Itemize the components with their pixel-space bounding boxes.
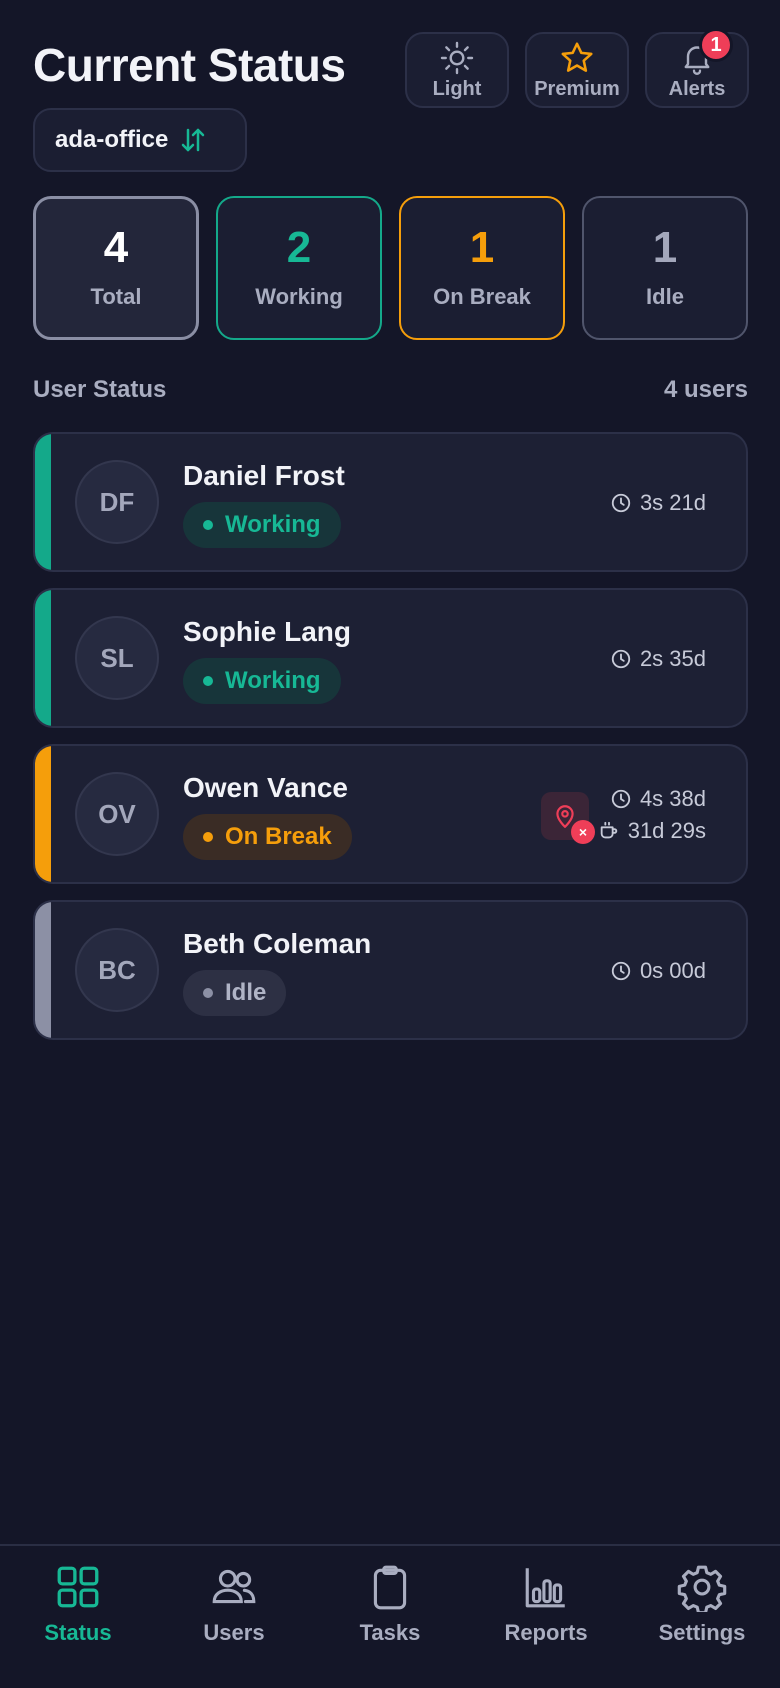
stat-on-break-card[interactable]: 1 On Break xyxy=(399,196,565,340)
user-count: 4 users xyxy=(663,376,748,403)
alerts-count-badge: 1 xyxy=(699,28,733,62)
stat-working-value: 2 xyxy=(286,223,312,272)
work-time: 0s 00d xyxy=(610,958,706,984)
work-time-value: 4s 38d xyxy=(639,786,706,811)
status-badge: Working xyxy=(183,658,341,704)
gear-icon xyxy=(677,1565,727,1612)
premium-button[interactable]: Premium xyxy=(525,32,629,108)
light-mode-button[interactable]: Light xyxy=(405,32,509,108)
nav-reports-label: Reports xyxy=(504,1620,588,1645)
nav-status[interactable]: Status xyxy=(0,1562,156,1672)
grid-icon xyxy=(57,1566,99,1608)
bar-chart-icon xyxy=(525,1568,565,1608)
stat-total-card[interactable]: 4 Total xyxy=(33,196,199,340)
status-label: On Break xyxy=(225,823,332,850)
status-dot xyxy=(203,832,213,842)
nav-users[interactable]: Users xyxy=(156,1562,312,1672)
status-stripe xyxy=(35,434,51,570)
status-badge: Working xyxy=(183,502,341,548)
status-label: Working xyxy=(225,511,321,538)
user-card-beth-coleman[interactable]: BC Beth Coleman Idle 0s 00d xyxy=(33,900,748,1040)
section-title: User Status xyxy=(33,376,167,403)
status-screen: Current Status Light Premium Alerts 1 ad… xyxy=(0,0,780,1688)
nav-settings[interactable]: Settings xyxy=(624,1562,780,1672)
status-label: Working xyxy=(225,667,321,694)
status-dot xyxy=(203,676,213,686)
users-icon xyxy=(212,1569,256,1604)
work-time-value: 3s 21d xyxy=(639,490,706,515)
star-icon xyxy=(561,41,593,72)
coffee-cup-icon xyxy=(600,821,617,839)
user-name: Daniel Frost xyxy=(183,460,345,491)
stat-on-break-value: 1 xyxy=(469,223,495,272)
stat-idle-card[interactable]: 1 Idle xyxy=(582,196,748,340)
user-name: Sophie Lang xyxy=(183,616,351,647)
nav-tasks[interactable]: Tasks xyxy=(312,1562,468,1672)
page-title: Current Status xyxy=(33,39,346,91)
stat-on-break-label: On Break xyxy=(433,284,531,309)
user-card-sophie-lang[interactable]: SL Sophie Lang Working 2s 35d xyxy=(33,588,748,728)
clock-icon xyxy=(611,961,631,981)
bottom-nav: Status Users Tasks Reports Settings xyxy=(0,1544,780,1688)
alerts-button[interactable]: Alerts 1 xyxy=(645,28,749,108)
break-time-value: 31d 29s xyxy=(627,818,706,843)
work-time: 4s 38d xyxy=(610,786,706,812)
swap-vertical-icon xyxy=(182,128,205,152)
stat-idle-label: Idle xyxy=(646,284,684,309)
status-badge: On Break xyxy=(183,814,352,860)
work-time-value: 0s 00d xyxy=(639,958,706,983)
sun-icon xyxy=(440,41,474,74)
work-time: 3s 21d xyxy=(610,490,706,516)
premium-label: Premium xyxy=(534,77,620,100)
status-label: Idle xyxy=(225,979,267,1006)
clock-icon xyxy=(611,649,631,669)
stat-total-label: Total xyxy=(90,284,142,309)
status-stripe xyxy=(35,746,51,882)
nav-status-label: Status xyxy=(44,1620,112,1645)
nav-users-label: Users xyxy=(203,1620,265,1645)
status-stripe xyxy=(35,902,51,1038)
office-selector[interactable]: ada-office xyxy=(33,108,247,172)
avatar: OV xyxy=(75,772,159,856)
stat-working-label: Working xyxy=(255,284,343,309)
clock-icon xyxy=(611,493,631,513)
status-stripe xyxy=(35,590,51,726)
light-mode-label: Light xyxy=(432,77,482,100)
office-name: ada-office xyxy=(55,126,169,153)
status-dot xyxy=(203,520,213,530)
nav-tasks-label: Tasks xyxy=(359,1620,421,1645)
clock-icon xyxy=(611,789,631,809)
clipboard-icon xyxy=(373,1565,407,1610)
user-name: Beth Coleman xyxy=(183,928,372,959)
stat-idle-value: 1 xyxy=(652,223,678,272)
user-card-daniel-frost[interactable]: DF Daniel Frost Working 3s 21d xyxy=(33,432,748,572)
status-badge: Idle xyxy=(183,970,287,1016)
user-name: Owen Vance xyxy=(183,772,348,803)
break-time: 31d 29s xyxy=(598,818,706,844)
status-dot xyxy=(203,988,213,998)
nav-reports[interactable]: Reports xyxy=(468,1562,624,1672)
user-card-owen-vance[interactable]: OV Owen Vance On Break × 4s 38d 31d 29s xyxy=(33,744,748,884)
location-error-icon: × xyxy=(571,820,595,844)
avatar: DF xyxy=(75,460,159,544)
avatar: SL xyxy=(75,616,159,700)
alerts-label: Alerts xyxy=(668,77,726,100)
stat-total-value: 4 xyxy=(103,223,129,272)
stat-working-card[interactable]: 2 Working xyxy=(216,196,382,340)
avatar: BC xyxy=(75,928,159,1012)
nav-settings-label: Settings xyxy=(658,1620,746,1645)
work-time-value: 2s 35d xyxy=(639,646,706,671)
work-time: 2s 35d xyxy=(610,646,706,672)
